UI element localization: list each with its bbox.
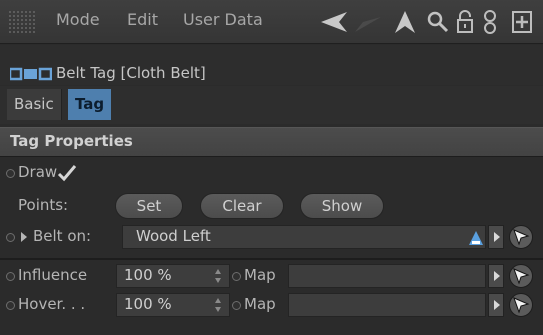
- keyframe-dot-icon[interactable]: [6, 233, 15, 242]
- keyframe-dot-icon[interactable]: [6, 301, 15, 310]
- hover-map-label: Map: [244, 295, 276, 313]
- stepper-arrows-icon[interactable]: [214, 268, 222, 288]
- forward-arrow-icon[interactable]: [352, 7, 384, 37]
- keyframe-dot-icon[interactable]: [232, 301, 241, 310]
- tag-title: Belt Tag [Cloth Belt]: [56, 64, 206, 82]
- influence-map-field[interactable]: [288, 264, 486, 288]
- clear-button[interactable]: Clear: [200, 193, 284, 219]
- menu-edit[interactable]: Edit: [127, 10, 158, 29]
- right-arrow-icon: [494, 300, 500, 310]
- link-icon[interactable]: [479, 7, 501, 37]
- object-type-icon: [468, 230, 484, 250]
- section-title: Tag Properties: [10, 132, 133, 150]
- right-arrow-icon: [494, 271, 500, 281]
- draw-label: Draw: [18, 163, 58, 181]
- tab-basic[interactable]: Basic: [7, 89, 62, 120]
- lock-icon[interactable]: [453, 7, 477, 37]
- pick-cursor-icon: [512, 296, 530, 318]
- keyframe-dot-icon[interactable]: [6, 272, 15, 281]
- stepper-arrows-icon[interactable]: [214, 297, 222, 317]
- up-arrow-icon[interactable]: [392, 7, 418, 37]
- hover-label: Hover. . .: [18, 295, 86, 313]
- draw-checkbox[interactable]: [56, 164, 78, 186]
- set-button[interactable]: Set: [115, 193, 183, 219]
- influence-map-label: Map: [244, 266, 276, 284]
- points-label: Points:: [18, 196, 69, 214]
- hover-value: 100 %: [124, 295, 172, 313]
- belt-on-label: Belt on:: [33, 227, 92, 245]
- belt-tag-icon: [8, 66, 53, 85]
- separator: [0, 258, 543, 260]
- menu-mode[interactable]: Mode: [56, 10, 100, 29]
- tab-tag[interactable]: Tag: [68, 89, 112, 120]
- search-icon[interactable]: [425, 7, 451, 37]
- hover-map-field[interactable]: [288, 293, 486, 317]
- influence-label: Influence: [18, 266, 88, 284]
- right-arrow-icon: [494, 232, 500, 242]
- pick-cursor-icon: [512, 267, 530, 289]
- belt-on-value: Wood Left: [136, 227, 211, 245]
- expand-arrow-icon[interactable]: [21, 232, 27, 242]
- pick-cursor-icon: [512, 228, 530, 250]
- keyframe-dot-icon[interactable]: [232, 272, 241, 281]
- influence-value: 100 %: [124, 266, 172, 284]
- add-panel-icon[interactable]: [505, 7, 539, 37]
- show-button[interactable]: Show: [300, 193, 384, 219]
- menu-user-data[interactable]: User Data: [183, 10, 263, 29]
- back-arrow-icon[interactable]: [318, 7, 350, 37]
- keyframe-dot-icon[interactable]: [6, 169, 15, 178]
- grip-icon[interactable]: [8, 10, 36, 34]
